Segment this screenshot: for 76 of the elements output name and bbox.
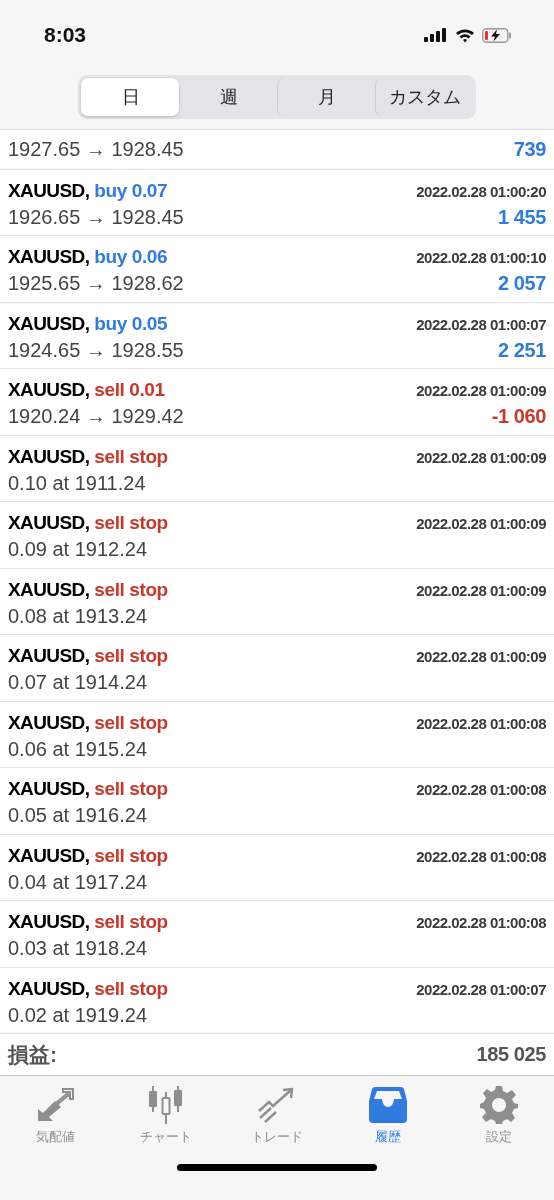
trade-action: sell stop (94, 911, 168, 933)
price-range: 1926.65 → 1928.45 (8, 205, 184, 229)
price-range: 0.06 at 1915.24 (8, 737, 147, 761)
period-tab[interactable]: 日 (81, 78, 179, 116)
price-range: 0.07 at 1914.24 (8, 671, 147, 695)
trade-time: 2022.02.28 01:00:09 (416, 382, 546, 400)
price-range: 0.10 at 1911.24 (8, 471, 146, 495)
period-tab[interactable]: カスタム (375, 78, 473, 116)
trade-action: sell stop (94, 445, 168, 467)
trade-action: sell stop (94, 711, 168, 733)
trade-action: buy 0.06 (94, 246, 168, 268)
price-range: 0.03 at 1918.24 (8, 937, 147, 961)
nav-tab[interactable]: 設定 (443, 1086, 554, 1146)
summary-value: 185 025 (476, 1043, 546, 1066)
price-range: 1920.24 → 1929.42 (8, 405, 184, 429)
trade-time: 2022.02.28 01:00:09 (416, 448, 546, 466)
signal-icon (424, 28, 448, 42)
symbol-label: XAUUSD, (8, 379, 90, 401)
nav-tab[interactable]: 気配値 (0, 1086, 111, 1146)
symbol-label: XAUUSD, (8, 645, 90, 667)
price-range: 1927.65 → 1928.45 (8, 137, 184, 161)
symbol-label: XAUUSD, (8, 977, 90, 999)
trade-action: sell stop (94, 778, 168, 800)
price-range: 1924.65 → 1928.55 (8, 338, 184, 362)
trade-time: 2022.02.28 01:00:07 (416, 980, 546, 998)
symbol-label: XAUUSD, (8, 512, 90, 534)
profit-value: 2 251 (497, 338, 546, 362)
trade-action: buy 0.05 (94, 312, 168, 334)
symbol-label: XAUUSD, (8, 179, 90, 201)
nav-tab[interactable]: 履歴 (332, 1086, 444, 1146)
symbol-label: XAUUSD, (8, 445, 90, 467)
price-range: 0.02 at 1919.24 (8, 1003, 147, 1027)
settings-icon (479, 1086, 518, 1124)
nav-tab[interactable]: チャート (110, 1086, 222, 1146)
price-range: 0.08 at 1913.24 (8, 604, 147, 628)
symbol-label: XAUUSD, (8, 246, 90, 268)
symbol-label: XAUUSD, (8, 578, 90, 600)
nav-tab[interactable]: トレード (221, 1086, 333, 1146)
trade-action: sell stop (94, 977, 168, 999)
trade-action: buy 0.07 (94, 179, 168, 201)
battery-icon (482, 27, 512, 43)
period-tab[interactable]: 月 (277, 78, 375, 116)
symbol-label: XAUUSD, (8, 844, 90, 866)
wifi-icon (455, 27, 475, 43)
symbol-label: XAUUSD, (8, 711, 90, 733)
profit-value: 2 057 (497, 272, 546, 296)
period-tab[interactable]: 週 (179, 78, 277, 116)
trade-time: 2022.02.28 01:00:08 (416, 781, 546, 799)
trade-time: 2022.02.28 01:00:08 (416, 847, 546, 865)
symbol-label: XAUUSD, (8, 911, 90, 933)
summary-label: 損益: (8, 1041, 57, 1068)
profit-value: -1 060 (491, 405, 546, 429)
trade-action: sell stop (94, 578, 168, 600)
profit-value: 1 455 (497, 205, 546, 229)
inbox-icon (368, 1086, 407, 1124)
trade-time: 2022.02.28 01:00:09 (416, 515, 546, 533)
trade-action: sell 0.01 (94, 379, 165, 401)
trade-time: 2022.02.28 01:00:08 (416, 914, 546, 932)
trade-time: 2022.02.28 01:00:09 (416, 581, 546, 599)
status-time: 8:03 (44, 23, 87, 47)
price-range: 1925.65 → 1928.62 (8, 272, 184, 296)
trade-time: 2022.02.28 01:00:08 (416, 714, 546, 732)
trade-action: sell stop (94, 645, 168, 667)
double-arrow-icon (35, 1086, 76, 1124)
profit-value: 739 (513, 137, 546, 161)
trade-time: 2022.02.28 01:00:20 (416, 182, 546, 200)
price-range: 0.05 at 1916.24 (8, 804, 147, 828)
trade-action: sell stop (94, 844, 168, 866)
symbol-label: XAUUSD, (8, 312, 90, 334)
trade-action: sell stop (94, 512, 168, 534)
price-range: 0.04 at 1917.24 (8, 870, 147, 894)
trade-time: 2022.02.28 01:00:10 (416, 249, 546, 267)
trade-time: 2022.02.28 01:00:07 (416, 315, 546, 333)
trade-time: 2022.02.28 01:00:09 (416, 648, 546, 666)
price-range: 0.09 at 1912.24 (8, 538, 147, 562)
symbol-label: XAUUSD, (8, 778, 90, 800)
